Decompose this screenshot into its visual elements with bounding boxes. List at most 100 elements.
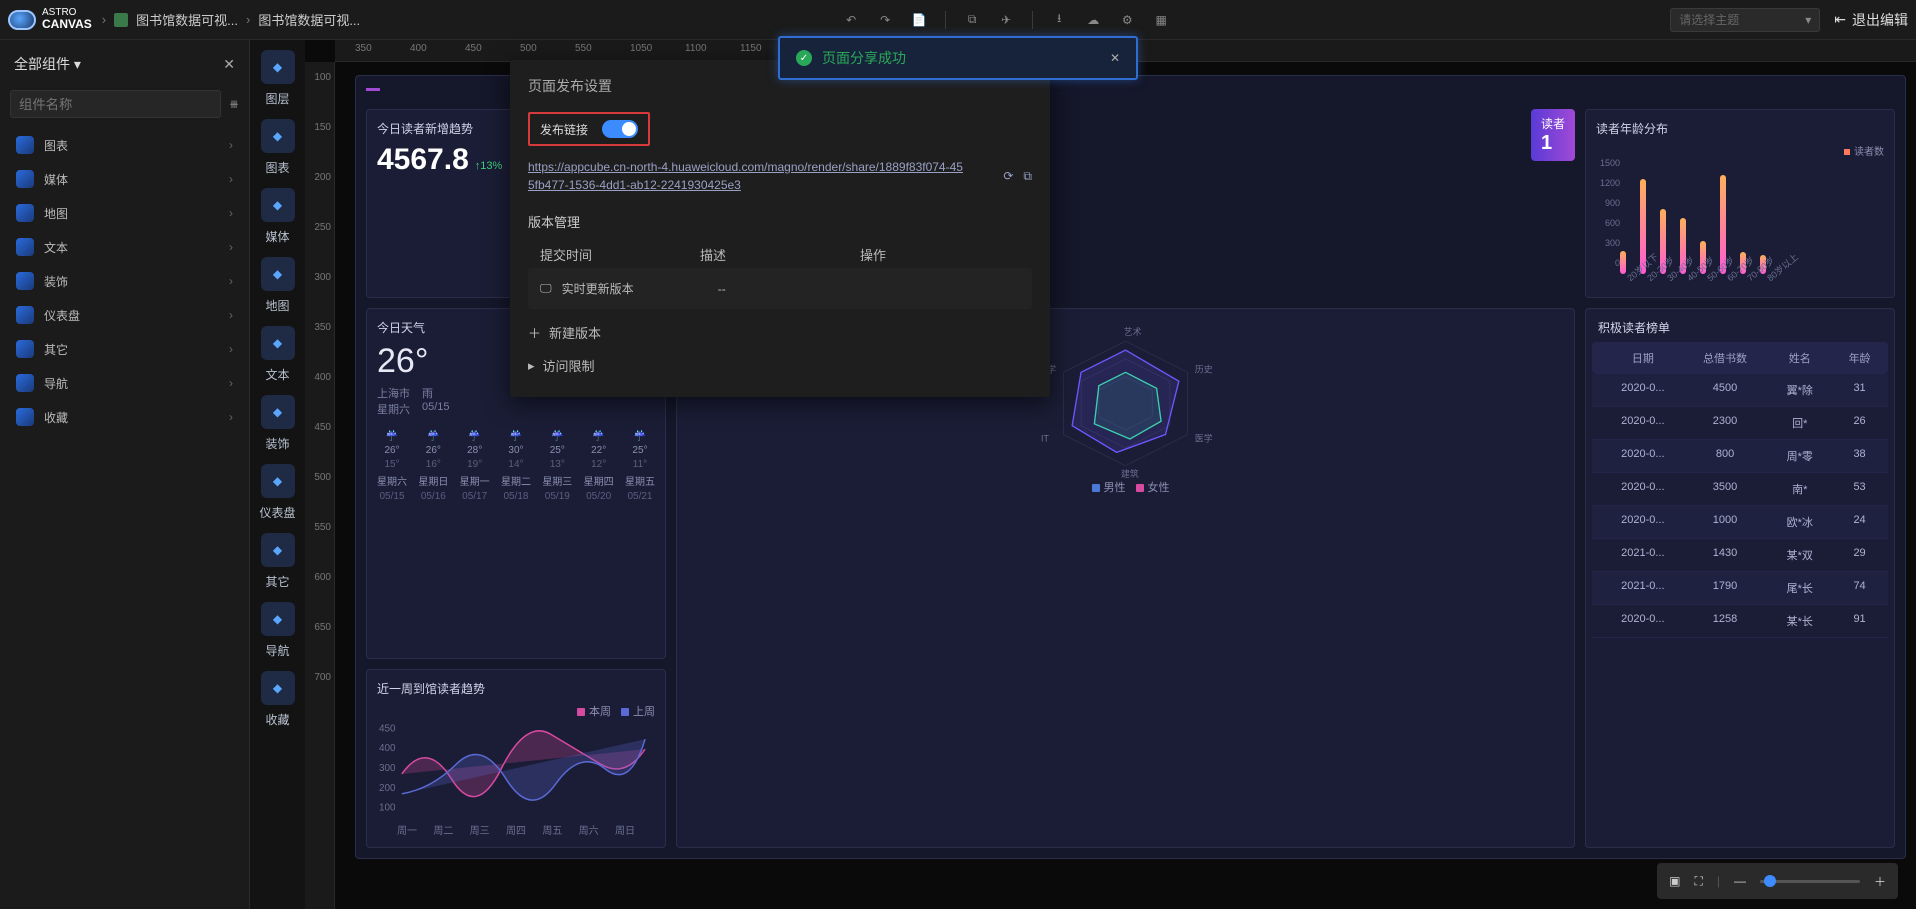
palette-item[interactable]: ◆装饰 bbox=[250, 395, 305, 452]
rain-icon: ☔ bbox=[551, 431, 563, 442]
rain-icon: ☔ bbox=[427, 431, 439, 442]
chevron-right-icon: › bbox=[229, 308, 233, 322]
fit-icon[interactable]: ▣ bbox=[1669, 874, 1680, 888]
category-item[interactable]: 收藏› bbox=[10, 400, 239, 434]
forecast-day: ☔22°12°星期四05/20 bbox=[584, 431, 614, 502]
project-icon bbox=[114, 13, 128, 27]
send-icon[interactable]: ✈ bbox=[998, 12, 1014, 28]
toast-message: 页面分享成功 bbox=[822, 48, 1100, 68]
toggle-label: 发布链接 bbox=[540, 121, 588, 138]
category-icon bbox=[16, 340, 34, 358]
category-item[interactable]: 图表› bbox=[10, 128, 239, 162]
redo-icon[interactable]: ↷ bbox=[877, 12, 893, 28]
palette-icon: ◆ bbox=[261, 602, 295, 636]
palette-icon: ◆ bbox=[261, 464, 295, 498]
category-item[interactable]: 导航› bbox=[10, 366, 239, 400]
tag-badge: 读者1 bbox=[1531, 109, 1575, 161]
table-row: 2020-0...800周*零38 bbox=[1592, 440, 1888, 473]
rain-icon: ☔ bbox=[386, 431, 398, 442]
logo-badge-icon bbox=[8, 10, 36, 30]
grid-icon[interactable]: ▦ bbox=[1153, 12, 1169, 28]
palette-icon: ◆ bbox=[261, 533, 295, 567]
palette-label: 收藏 bbox=[265, 711, 289, 728]
col-header: 描述 bbox=[700, 245, 860, 264]
screen-icon: 🖵 bbox=[540, 281, 552, 296]
category-item[interactable]: 装饰› bbox=[10, 264, 239, 298]
palette-icon: ◆ bbox=[261, 119, 295, 153]
col-header: 总借书数 bbox=[1688, 350, 1763, 366]
plus-icon: ＋ bbox=[528, 323, 541, 342]
top-bar: ASTROCANVAS › 图书馆数据可视... › 图书馆数据可视... ↶ … bbox=[0, 0, 1916, 40]
palette-item[interactable]: ◆收藏 bbox=[250, 671, 305, 728]
chevron-right-icon: › bbox=[229, 342, 233, 356]
copy-icon[interactable]: ⧉ bbox=[964, 12, 980, 28]
card-title: 积极读者榜单 bbox=[1592, 319, 1888, 336]
palette-item[interactable]: ◆图层 bbox=[250, 50, 305, 107]
undo-icon[interactable]: ↶ bbox=[843, 12, 859, 28]
breadcrumb-item[interactable]: 图书馆数据可视... bbox=[258, 10, 360, 29]
table-row: 2020-0...3500南*53 bbox=[1592, 473, 1888, 506]
fullscreen-icon[interactable]: ⛶ bbox=[1694, 874, 1702, 889]
palette-icon: ◆ bbox=[261, 326, 295, 360]
rain-icon: ☔ bbox=[510, 431, 522, 442]
zoom-in-button[interactable]: ＋ bbox=[1874, 873, 1886, 890]
legend-item: 读者数 bbox=[1854, 147, 1884, 158]
palette-label: 其它 bbox=[265, 573, 289, 590]
palette-item[interactable]: ◆地图 bbox=[250, 257, 305, 314]
ranking-table: 日期总借书数姓名年龄 2020-0...4500翼*除312020-0...23… bbox=[1592, 342, 1888, 638]
palette-icon: ◆ bbox=[261, 257, 295, 291]
save-icon[interactable]: 📄 bbox=[911, 12, 927, 28]
left-panel: 全部组件 ▾ ✕ ⧻ 图表›媒体›地图›文本›装饰›仪表盘›其它›导航›收藏› bbox=[0, 40, 250, 909]
svg-text:历史: 历史 bbox=[1195, 363, 1213, 374]
refresh-icon[interactable]: ⟳ bbox=[1003, 169, 1013, 184]
new-version-button[interactable]: ＋新建版本 bbox=[528, 323, 1032, 342]
palette-item[interactable]: ◆ 其它 bbox=[250, 533, 305, 590]
palette-item[interactable]: ◆导航 bbox=[250, 602, 305, 659]
category-label: 媒体 bbox=[44, 171, 68, 188]
close-icon[interactable]: ✕ bbox=[1110, 51, 1120, 65]
theme-select[interactable]: 请选择主题 ▾ bbox=[1670, 8, 1820, 32]
category-item[interactable]: 仪表盘› bbox=[10, 298, 239, 332]
metric-change: ↑13% bbox=[475, 160, 503, 172]
table-row: 2021-0...1430某*双29 bbox=[1592, 539, 1888, 572]
download-icon[interactable]: ⭳ bbox=[1051, 12, 1067, 28]
share-url[interactable]: https://appcube.cn-north-4.huaweicloud.c… bbox=[528, 158, 968, 194]
category-item[interactable]: 媒体› bbox=[10, 162, 239, 196]
chevron-down-icon: ▾ bbox=[1805, 13, 1811, 27]
category-item[interactable]: 其它› bbox=[10, 332, 239, 366]
category-item[interactable]: 地图› bbox=[10, 196, 239, 230]
chevron-right-icon: › bbox=[246, 12, 250, 27]
category-label: 地图 bbox=[44, 205, 68, 222]
component-dropdown[interactable]: 全部组件 ▾ ✕ bbox=[10, 48, 239, 80]
col-header: 日期 bbox=[1598, 350, 1688, 366]
palette-item[interactable]: ◆图表 bbox=[250, 119, 305, 176]
category-icon bbox=[16, 136, 34, 154]
line-chart: 450400300200100 周一周二周三周四周五周六周日 bbox=[377, 719, 655, 837]
palette-icon: ◆ bbox=[261, 395, 295, 429]
weather-city: 上海市 bbox=[377, 385, 410, 401]
legend-item: 男性 bbox=[1104, 482, 1126, 494]
search-input[interactable] bbox=[10, 90, 221, 118]
category-icon bbox=[16, 170, 34, 188]
toolbar: ↶ ↷ 📄 ⧉ ✈ ⭳ ☁ ⚙ ▦ bbox=[843, 11, 1187, 29]
palette-label: 图层 bbox=[265, 90, 289, 107]
copy-icon[interactable]: ⧉ bbox=[1023, 169, 1032, 184]
zoom-out-button[interactable]: — bbox=[1734, 874, 1746, 888]
access-control-toggle[interactable]: ▸访问限制 bbox=[528, 356, 1032, 375]
breadcrumb-item[interactable]: 图书馆数据可视... bbox=[136, 10, 238, 29]
category-item[interactable]: 文本› bbox=[10, 230, 239, 264]
cloud-icon[interactable]: ☁ bbox=[1085, 12, 1101, 28]
exit-edit-button[interactable]: ⇤ 退出编辑 bbox=[1834, 10, 1908, 30]
svg-text:100: 100 bbox=[379, 803, 396, 814]
table-row: 2021-0...1790尾*长74 bbox=[1592, 572, 1888, 605]
publish-toggle[interactable] bbox=[602, 120, 638, 138]
palette-item[interactable]: ◆仪表盘 bbox=[250, 464, 305, 521]
close-icon[interactable]: ✕ bbox=[223, 56, 235, 73]
settings-icon[interactable]: ⚙ bbox=[1119, 12, 1135, 28]
palette-item[interactable]: ◆文本 bbox=[250, 326, 305, 383]
forecast-day: ☔25°13°星期三05/19 bbox=[542, 431, 572, 502]
zoom-slider[interactable] bbox=[1760, 880, 1860, 883]
palette-item[interactable]: ◆媒体 bbox=[250, 188, 305, 245]
legend-item: 本周 bbox=[589, 706, 611, 718]
split-icon[interactable]: ⧻ bbox=[229, 97, 239, 111]
